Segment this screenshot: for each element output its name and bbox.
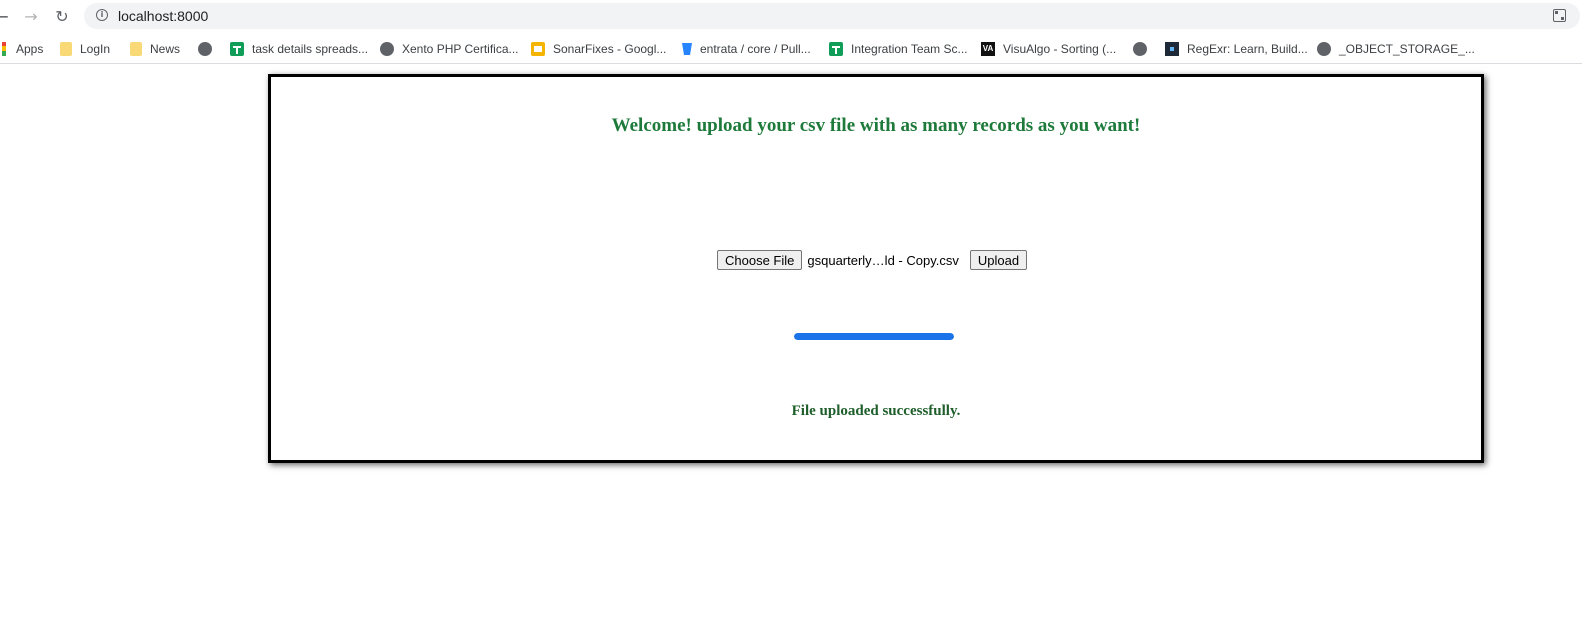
welcome-heading: Welcome! upload your csv file with as ma… bbox=[611, 115, 1141, 136]
forward-arrow-icon[interactable]: → bbox=[21, 5, 41, 27]
bookmark-label: _OBJECT_STORAGE_... bbox=[1339, 42, 1475, 56]
bookmark-apps[interactable]: Apps bbox=[2, 39, 43, 59]
bookmark-login[interactable]: LogIn bbox=[60, 39, 110, 59]
upload-progress-bar bbox=[794, 333, 954, 340]
bookmark-label: SonarFixes - Googl... bbox=[553, 42, 667, 56]
reload-icon[interactable]: ↻ bbox=[52, 5, 72, 27]
bookmark-entrata[interactable]: entrata / core / Pull... bbox=[682, 39, 811, 59]
upload-progress-fill bbox=[794, 333, 954, 340]
globe-icon bbox=[1317, 42, 1331, 56]
globe-icon bbox=[1133, 42, 1147, 56]
sheets-icon bbox=[230, 42, 244, 56]
bookmark-integration-team[interactable]: Integration Team Sc... bbox=[829, 39, 968, 59]
bookmark-task-details[interactable]: task details spreads... bbox=[230, 39, 368, 59]
bookmark-label: Xento PHP Certifica... bbox=[402, 42, 519, 56]
address-bar[interactable]: i localhost:8000 bbox=[84, 3, 1580, 29]
bookmark-object-storage[interactable]: _OBJECT_STORAGE_... bbox=[1317, 39, 1475, 59]
site-info-icon[interactable]: i bbox=[96, 9, 108, 21]
folder-icon bbox=[130, 42, 142, 56]
bookmark-label: RegExr: Learn, Build... bbox=[1187, 42, 1308, 56]
upload-card: Welcome! upload your csv file with as ma… bbox=[268, 74, 1484, 463]
regexr-icon bbox=[1165, 42, 1179, 56]
bookmark-xento[interactable]: Xento PHP Certifica... bbox=[380, 39, 519, 59]
bookmark-label: LogIn bbox=[80, 42, 111, 56]
globe-icon bbox=[198, 42, 212, 56]
bookmark-label: VisuAlgo - Sorting (... bbox=[1003, 42, 1117, 56]
bookmarks-bar: Apps LogIn News task details spreads... … bbox=[0, 35, 1582, 64]
bookmark-label: entrata / core / Pull... bbox=[700, 42, 811, 56]
bookmark-label: Apps bbox=[16, 42, 44, 56]
url-text[interactable]: localhost:8000 bbox=[118, 8, 208, 24]
upload-status-message: File uploaded successfully. bbox=[791, 403, 961, 419]
browser-toolbar: ← → ↻ i localhost:8000 bbox=[0, 0, 1582, 33]
bookmark-news[interactable]: News bbox=[130, 39, 180, 59]
bookmark-label: Integration Team Sc... bbox=[851, 42, 968, 56]
globe-icon bbox=[380, 42, 394, 56]
bookmark-globe-2[interactable] bbox=[1133, 39, 1155, 59]
apps-grid-icon bbox=[2, 42, 6, 56]
bookmark-sonarfixes[interactable]: SonarFixes - Googl... bbox=[531, 39, 666, 59]
bookmark-label: task details spreads... bbox=[252, 42, 369, 56]
choose-file-button[interactable]: Choose File bbox=[717, 250, 803, 270]
selected-file-name: gsquarterly…ld - Copy.csv bbox=[807, 252, 959, 268]
folder-icon bbox=[60, 42, 72, 56]
visualgo-icon: VA bbox=[981, 42, 995, 56]
bookmark-visualgo[interactable]: VA VisuAlgo - Sorting (... bbox=[981, 39, 1116, 59]
bitbucket-icon bbox=[682, 43, 692, 55]
file-input-row: Choose File gsquarterly…ld - Copy.csv Up… bbox=[717, 249, 1028, 271]
slides-icon bbox=[531, 42, 545, 56]
qr-code-icon[interactable] bbox=[1553, 9, 1566, 22]
upload-button[interactable]: Upload bbox=[969, 250, 1028, 270]
sheets-icon bbox=[829, 42, 843, 56]
bookmark-globe[interactable] bbox=[198, 39, 220, 59]
bookmark-label: News bbox=[150, 42, 181, 56]
back-arrow-icon[interactable]: ← bbox=[0, 5, 12, 27]
bookmark-regexr[interactable]: RegExr: Learn, Build... bbox=[1165, 39, 1308, 59]
